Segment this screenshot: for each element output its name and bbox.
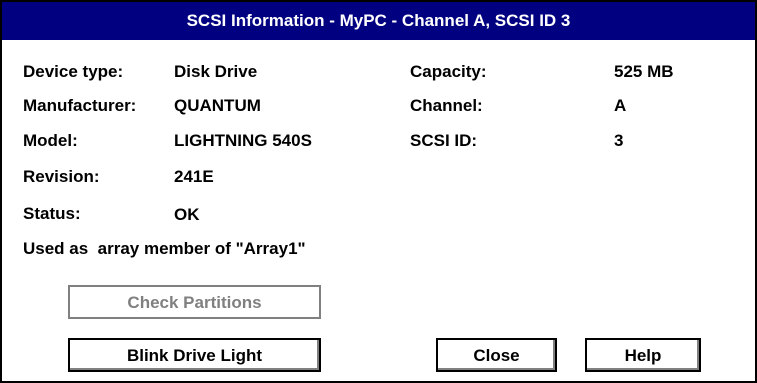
scsi-id-value: 3 (614, 131, 624, 150)
channel-value: A (614, 96, 627, 115)
device-type-value: Disk Drive (174, 62, 258, 81)
capacity-value: 525 MB (614, 62, 674, 81)
model-value: LIGHTNING 540S (174, 131, 312, 150)
status-value: OK (174, 205, 200, 224)
blink-drive-light-button[interactable]: Blink Drive Light (68, 338, 321, 372)
capacity-label: Capacity: (410, 62, 487, 81)
manufacturer-value: QUANTUM (174, 96, 261, 115)
help-button[interactable]: Help (585, 338, 701, 372)
check-partitions-button[interactable]: Check Partitions (68, 285, 321, 319)
scsi-information-dialog: SCSI Information - MyPC - Channel A, SCS… (0, 0, 757, 383)
revision-label: Revision: (23, 167, 100, 186)
device-type-label: Device type: (23, 62, 124, 81)
dialog-title: SCSI Information - MyPC - Channel A, SCS… (2, 2, 755, 40)
model-label: Model: (23, 131, 78, 150)
array-member-note: Used as array member of "Array1" (23, 239, 306, 258)
manufacturer-label: Manufacturer: (23, 96, 137, 115)
revision-value: 241E (174, 167, 214, 186)
channel-label: Channel: (410, 96, 483, 115)
scsi-id-label: SCSI ID: (410, 131, 478, 150)
status-label: Status: (23, 204, 81, 223)
close-button[interactable]: Close (436, 338, 557, 372)
